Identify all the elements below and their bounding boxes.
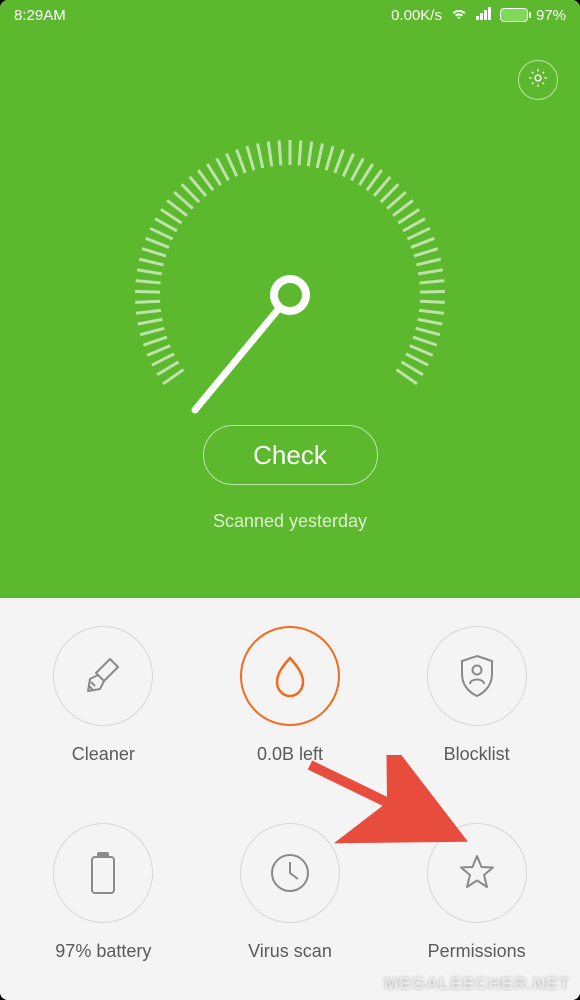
watermark: MEGALEECHER.NET [384,974,570,994]
permissions-icon [427,823,527,923]
check-button-label: Check [253,440,327,471]
status-battery-percent: 97% [536,7,566,24]
grid-item-virus-scan[interactable]: Virus scan [197,823,384,990]
grid-label: 97% battery [55,941,151,962]
grid-label: Blocklist [444,744,510,765]
signal-icon [476,7,492,24]
grid-label: 0.0B left [257,744,323,765]
cleaner-icon [53,626,153,726]
battery-icon [500,8,528,22]
wifi-icon [450,6,468,24]
grid-item-battery[interactable]: 97% battery [10,823,197,990]
grid-label: Virus scan [248,941,332,962]
status-bar: 8:29AM 0.00K/s 97% [0,0,580,30]
blocklist-icon [427,626,527,726]
hero-panel: Check Scanned yesterday [0,30,580,598]
status-net-speed: 0.00K/s [391,7,442,24]
virus-scan-icon [240,823,340,923]
grid-item-cleaner[interactable]: Cleaner [10,626,197,793]
storage-icon [240,626,340,726]
grid-item-blocklist[interactable]: Blocklist [383,626,570,793]
grid-label: Cleaner [72,744,135,765]
grid-label: Permissions [428,941,526,962]
settings-button[interactable] [518,60,558,100]
grid-item-storage[interactable]: 0.0B left [197,626,384,793]
gear-icon [527,67,549,94]
grid-item-permissions[interactable]: Permissions [383,823,570,990]
feature-grid: Cleaner 0.0B left Blocklist [0,598,580,1000]
gauge-meter [110,95,470,435]
status-time: 8:29AM [14,7,66,24]
scan-status: Scanned yesterday [213,511,367,532]
battery-feature-icon [53,823,153,923]
